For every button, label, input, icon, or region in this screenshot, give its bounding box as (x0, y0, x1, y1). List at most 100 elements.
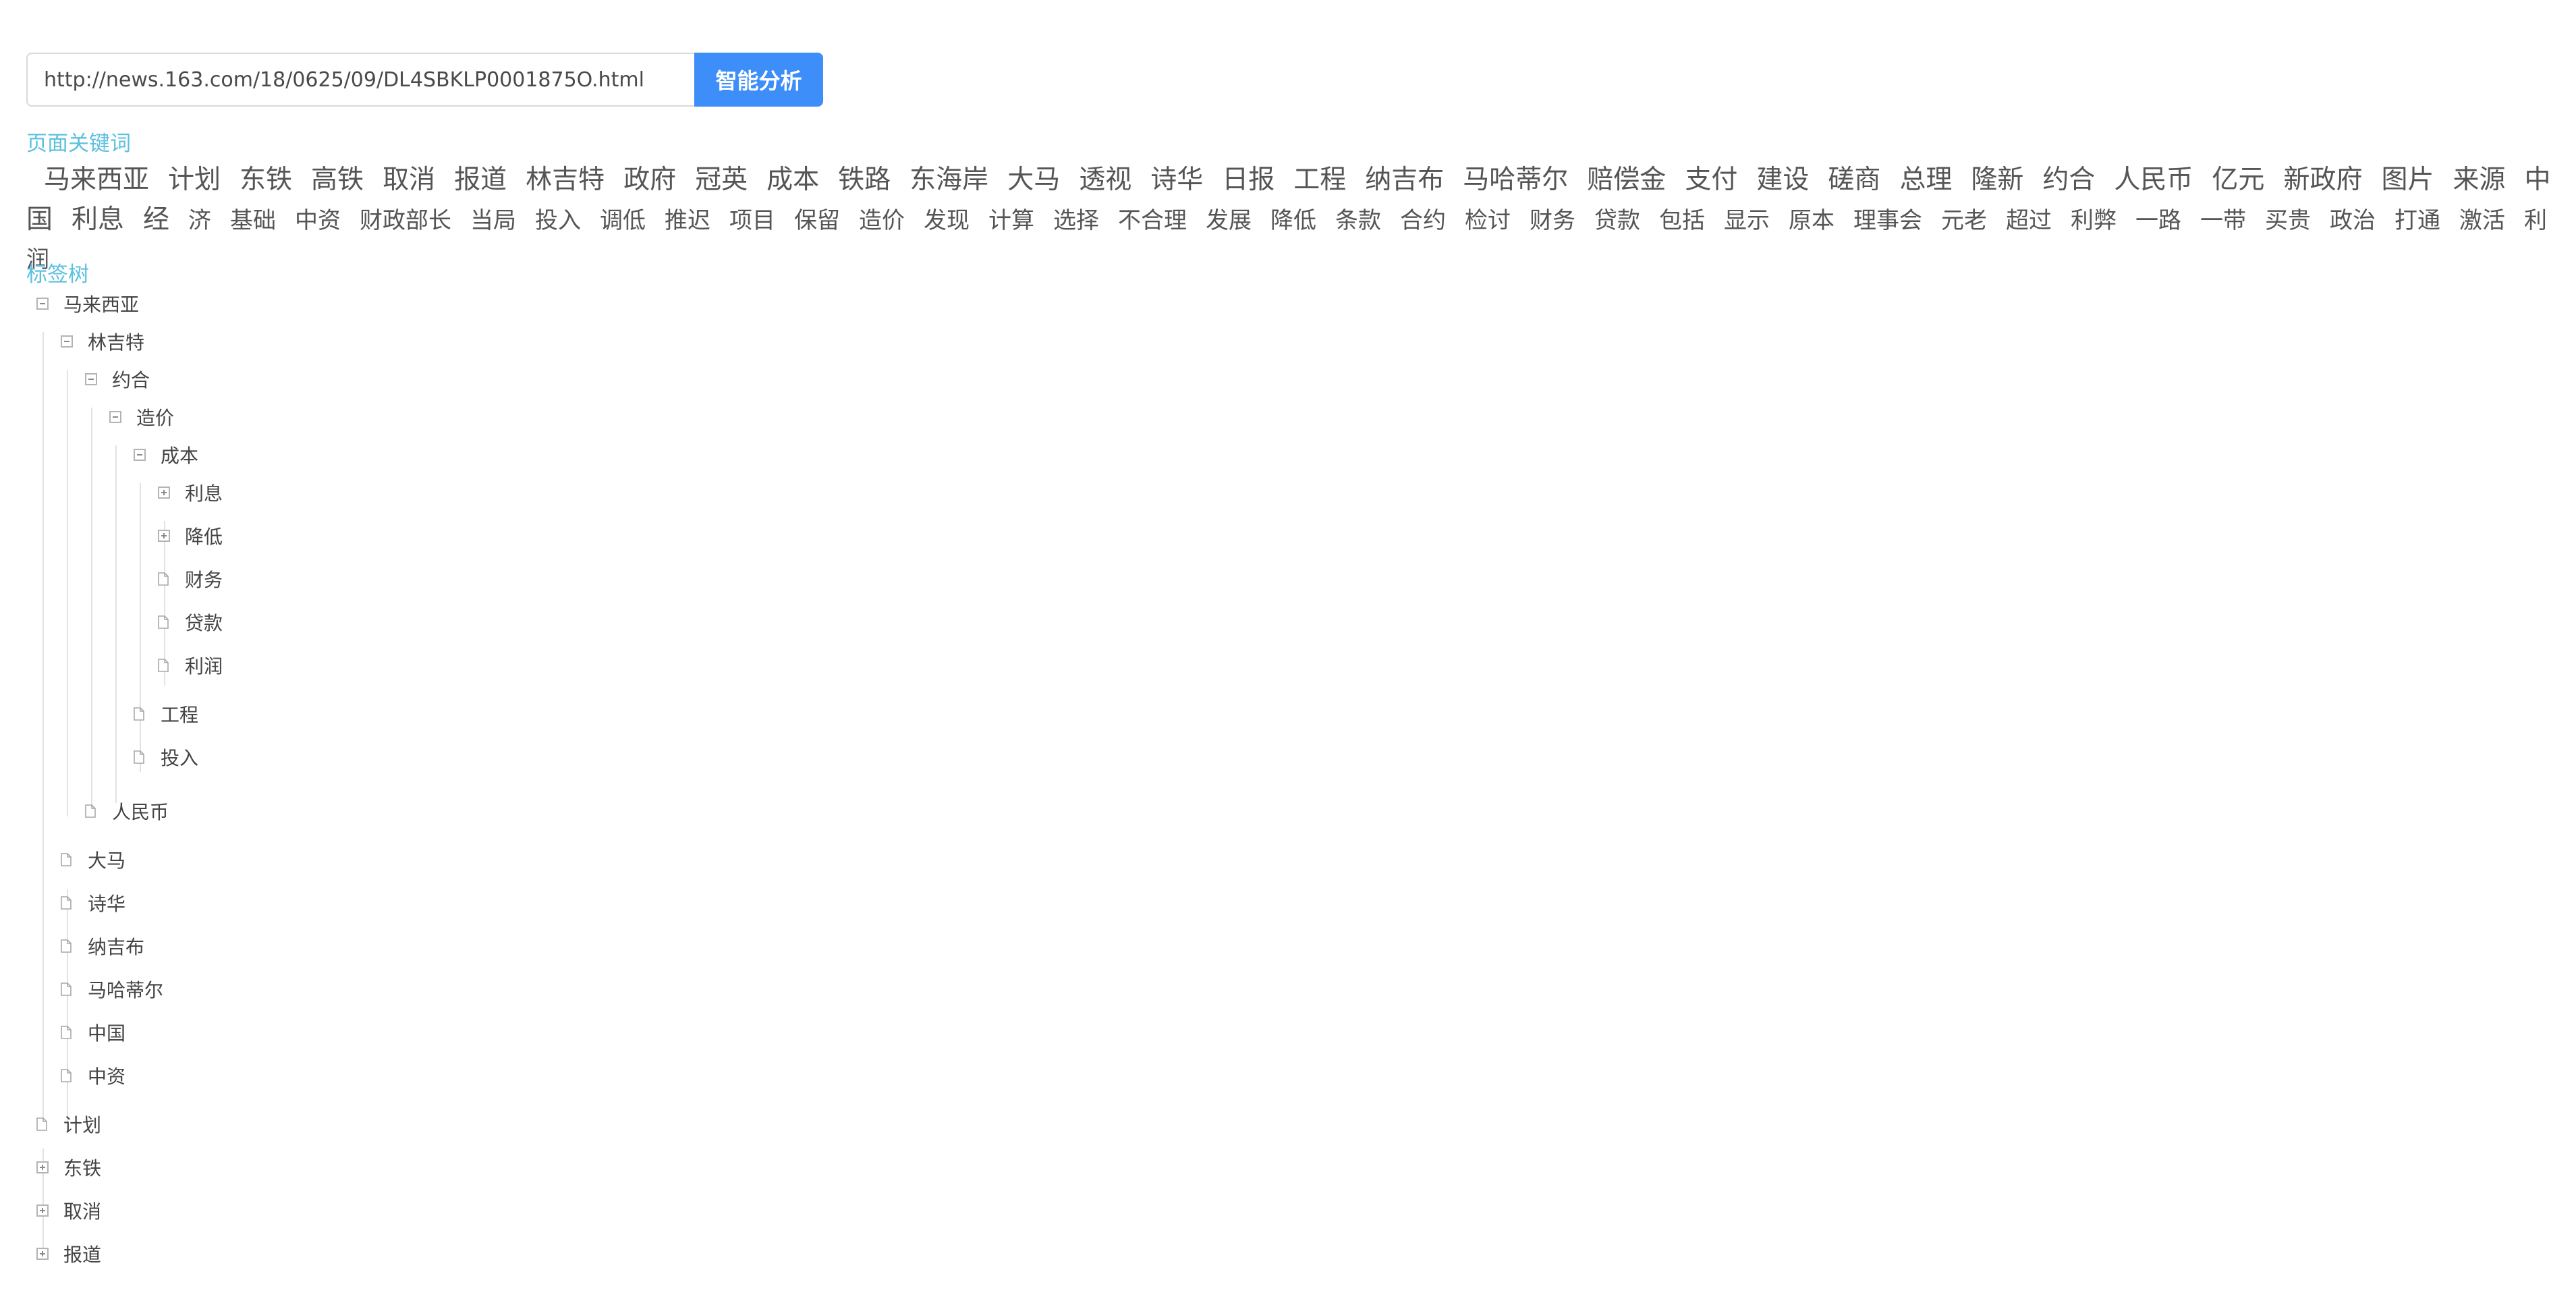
keyword-tag[interactable]: 马哈蒂尔 (1463, 165, 1568, 195)
tree-node[interactable]: 纳吉布 (61, 933, 144, 960)
keyword-tag[interactable]: 计划 (168, 165, 221, 195)
tree-node[interactable]: 造价 (109, 404, 174, 431)
keyword-tag[interactable]: 基础 (230, 207, 276, 234)
keyword-tag[interactable]: 中资 (295, 207, 341, 234)
tree-node[interactable]: 中国 (61, 1019, 125, 1046)
keyword-tag[interactable]: 磋商 (1828, 165, 1880, 195)
plus-square-icon[interactable] (36, 1205, 49, 1217)
minus-square-icon[interactable] (134, 449, 146, 461)
tree-node-label[interactable]: 马哈蒂尔 (88, 976, 163, 1003)
tree-node-label[interactable]: 取消 (63, 1197, 101, 1224)
keyword-tag[interactable]: 条款 (1335, 207, 1381, 234)
tree-node-label[interactable]: 财务 (185, 565, 223, 592)
tree-node-label[interactable]: 约合 (112, 366, 150, 393)
tree-node[interactable]: 成本 (134, 441, 198, 468)
keyword-tag[interactable]: 激活 (2459, 207, 2505, 234)
keyword-tag[interactable]: 显示 (1724, 207, 1770, 234)
tree-node[interactable]: 工程 (134, 700, 198, 727)
plus-square-icon[interactable] (158, 530, 170, 542)
tree-node[interactable]: 林吉特 (61, 328, 144, 355)
tree-node[interactable]: 人民币 (85, 798, 169, 825)
tree-node[interactable]: 计划 (36, 1111, 101, 1138)
tree-node-label[interactable]: 计划 (63, 1111, 101, 1138)
keyword-tag[interactable]: 诗华 (1150, 165, 1203, 195)
tree-node[interactable]: 大马 (61, 846, 125, 873)
keyword-tag[interactable]: 不合理 (1118, 207, 1187, 234)
keyword-tag[interactable]: 选择 (1053, 207, 1099, 234)
tree-node[interactable]: 利润 (158, 652, 223, 679)
keyword-tag[interactable]: 林吉特 (526, 165, 605, 195)
keyword-tag[interactable]: 包括 (1659, 207, 1705, 234)
minus-square-icon[interactable] (61, 335, 73, 348)
keyword-tag[interactable]: 东铁 (240, 165, 292, 195)
keyword-tag[interactable]: 造价 (859, 207, 905, 234)
keyword-tag[interactable]: 纳吉布 (1365, 165, 1444, 195)
keyword-tag[interactable]: 调低 (600, 207, 646, 234)
keyword-tag[interactable]: 图片 (2381, 165, 2434, 195)
keyword-tag[interactable]: 理事会 (1853, 207, 1922, 234)
tree-node-label[interactable]: 马来西亚 (63, 290, 139, 317)
tree-node-label[interactable]: 东铁 (63, 1154, 101, 1181)
keyword-tag[interactable]: 铁路 (838, 165, 891, 195)
keyword-tag[interactable]: 政治 (2330, 207, 2376, 234)
tree-node[interactable]: 东铁 (36, 1154, 101, 1181)
keyword-tag[interactable]: 高铁 (311, 165, 364, 195)
keyword-tag[interactable]: 透视 (1079, 165, 1131, 195)
tree-node-label[interactable]: 贷款 (185, 609, 223, 636)
keyword-tag[interactable]: 计算 (988, 207, 1034, 234)
keyword-tag[interactable]: 合约 (1400, 207, 1446, 234)
keyword-tag[interactable]: 超过 (2006, 207, 2052, 234)
keyword-tag[interactable]: 济 (188, 207, 211, 234)
tree-node-label[interactable]: 中国 (88, 1019, 125, 1046)
keyword-tag[interactable]: 新政府 (2283, 165, 2362, 195)
tree-node[interactable]: 马哈蒂尔 (61, 976, 163, 1003)
keyword-tag[interactable]: 检讨 (1465, 207, 1511, 234)
keyword-tag[interactable]: 总理 (1899, 165, 1952, 195)
keyword-tag[interactable]: 利息 (72, 204, 124, 235)
keyword-tag[interactable]: 建设 (1756, 165, 1809, 195)
tree-node-label[interactable]: 利息 (185, 479, 223, 506)
minus-square-icon[interactable] (36, 298, 49, 310)
keyword-tag[interactable]: 一带 (2200, 207, 2246, 234)
tree-node[interactable]: 投入 (134, 744, 198, 771)
keyword-tag[interactable]: 推迟 (665, 207, 710, 234)
keyword-tag[interactable]: 财政部长 (360, 207, 451, 234)
keyword-tag[interactable]: 经 (143, 204, 169, 235)
keyword-tag[interactable]: 隆新 (1971, 165, 2023, 195)
tree-node-label[interactable]: 工程 (161, 700, 198, 727)
keyword-tag[interactable]: 工程 (1293, 165, 1346, 195)
keyword-tag[interactable]: 降低 (1270, 207, 1316, 234)
tree-node[interactable]: 诗华 (61, 889, 125, 916)
tree-node-label[interactable]: 降低 (185, 522, 223, 549)
tree-node[interactable]: 降低 (158, 522, 223, 549)
keyword-tag[interactable]: 当局 (470, 207, 516, 234)
tree-node-label[interactable]: 成本 (161, 441, 198, 468)
plus-square-icon[interactable] (36, 1248, 49, 1260)
tree-node-label[interactable]: 诗华 (88, 889, 125, 916)
tree-node-label[interactable]: 报道 (63, 1240, 101, 1267)
url-input[interactable] (26, 53, 694, 107)
tree-node-label[interactable]: 中资 (88, 1062, 125, 1089)
keyword-tag[interactable]: 支付 (1685, 165, 1737, 195)
tree-node-label[interactable]: 投入 (161, 744, 198, 771)
keyword-tag[interactable]: 报道 (454, 165, 507, 195)
keyword-tag[interactable]: 财务 (1530, 207, 1575, 234)
keyword-tag[interactable]: 成本 (766, 165, 819, 195)
keyword-tag[interactable]: 马来西亚 (44, 165, 149, 195)
keyword-tag[interactable]: 大马 (1007, 165, 1060, 195)
keyword-tag[interactable]: 打通 (2395, 207, 2440, 234)
keyword-tag[interactable]: 利弊 (2071, 207, 2117, 234)
tree-node[interactable]: 马来西亚 (36, 290, 139, 317)
keyword-tag[interactable]: 政府 (623, 165, 676, 195)
tree-node[interactable]: 约合 (85, 366, 150, 393)
keyword-tag[interactable]: 发展 (1206, 207, 1252, 234)
tree-node-label[interactable]: 纳吉布 (88, 933, 144, 960)
keyword-tag[interactable]: 元老 (1941, 207, 1987, 234)
tree-node-label[interactable]: 人民币 (112, 798, 169, 825)
tree-node[interactable]: 取消 (36, 1197, 101, 1224)
keyword-tag[interactable]: 来源 (2453, 165, 2505, 195)
analyze-button[interactable]: 智能分析 (694, 53, 823, 107)
plus-square-icon[interactable] (36, 1161, 49, 1173)
tree-node[interactable]: 财务 (158, 565, 223, 592)
minus-square-icon[interactable] (85, 373, 97, 385)
